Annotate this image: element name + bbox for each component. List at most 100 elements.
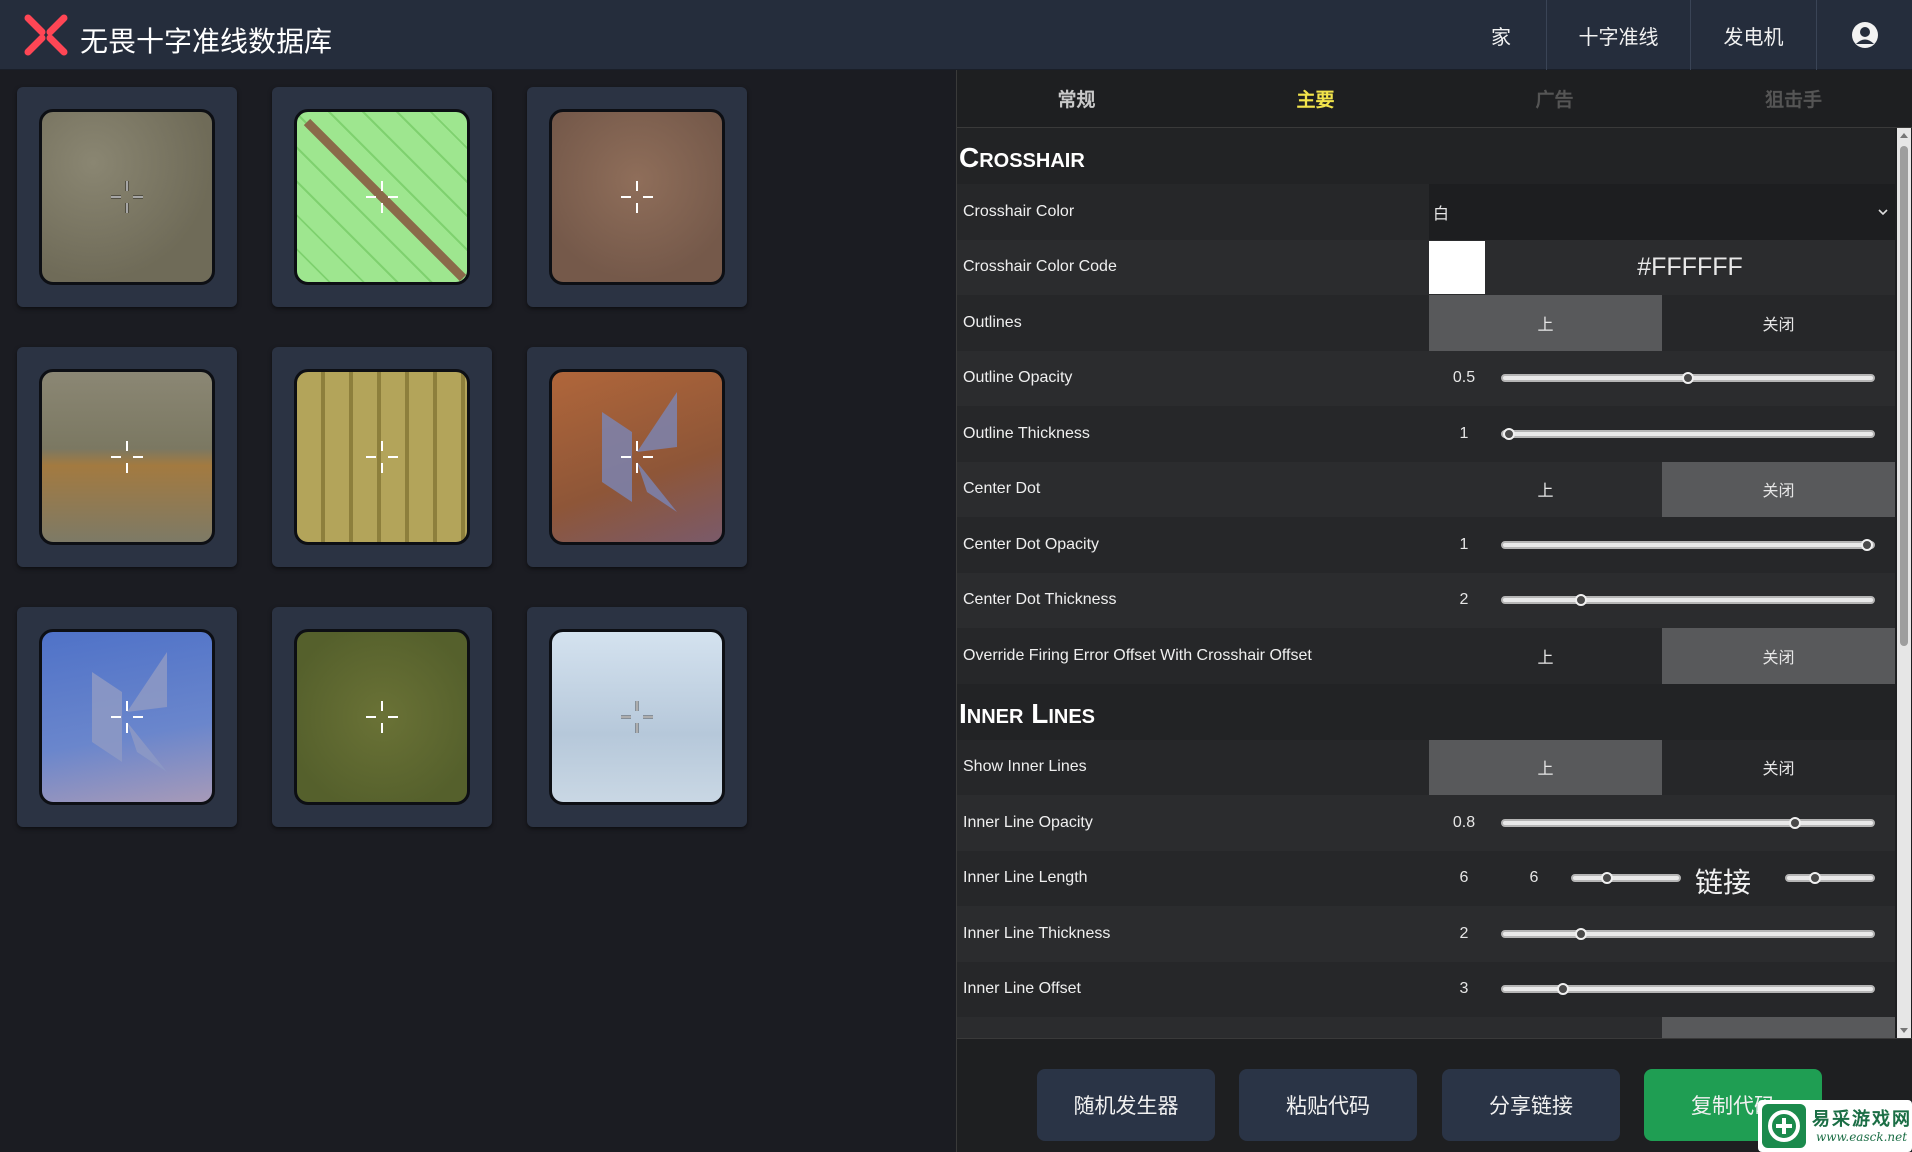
site-title[interactable]: 无畏十字准线数据库 [80,20,332,60]
preview-tile-orange-logo[interactable] [527,347,747,567]
partial-toggle[interactable] [1662,1017,1895,1038]
nav-home[interactable]: 家 [1456,0,1546,70]
outline-opacity-slider[interactable] [1501,372,1875,385]
crosshair-settings: Crosshair Color 白 Crosshair Color Code #… [957,184,1895,684]
color-swatch[interactable] [1429,240,1485,294]
slider-knob[interactable] [1789,816,1802,829]
preview-background [549,629,725,805]
settings-panel: 常规 主要 广告 狙击手 Crosshair Crosshair Color 白… [956,70,1912,1152]
setting-label: Center Dot Thickness [963,591,1117,609]
preview-tile-rust-wall[interactable] [17,347,237,567]
preview-tile-concrete[interactable] [17,87,237,307]
center-dot-opacity-value: 1 [1459,535,1469,553]
setting-label: Center Dot [963,480,1041,498]
partial-toggle[interactable] [1429,1017,1662,1038]
preview-background [549,369,725,545]
slider-knob[interactable] [1861,538,1873,551]
center-dot-on-toggle[interactable]: 上 [1429,462,1662,518]
randomizer-button[interactable]: 随机发生器 [1037,1069,1215,1141]
crosshair-preview-icon [111,701,143,733]
inner-lines-settings: Show Inner Lines 上 关闭 Inner Line Opacity… [957,739,1895,1038]
inner-line-length-value: 6 [1459,869,1469,887]
preview-tile-tiles[interactable] [272,87,492,307]
outline-opacity-value: 0.5 [1452,369,1476,387]
inner-lines-off-toggle[interactable]: 关闭 [1662,740,1895,796]
section-title-crosshair: Crosshair [957,128,1895,184]
outlines-on-toggle[interactable]: 上 [1429,295,1662,351]
setting-row-partial [957,1017,1895,1038]
center-dot-opacity-slider[interactable] [1501,538,1875,551]
preview-background [39,109,215,285]
settings-tabs: 常规 主要 广告 狙击手 [957,70,1912,128]
tab-general[interactable]: 常规 [957,70,1196,127]
nav-crosshairs[interactable]: 十字准线 [1546,0,1690,70]
crosshair-preview-icon [621,701,653,733]
preview-tile-blue-logo[interactable] [17,607,237,827]
inner-line-opacity-slider[interactable] [1501,816,1875,829]
slider-knob[interactable] [1682,372,1694,385]
crosshair-color-value: 白 [1433,203,1450,223]
outline-thickness-slider[interactable] [1501,427,1875,440]
center-dot-off-toggle[interactable]: 关闭 [1662,461,1895,517]
nav-generator[interactable]: 发电机 [1690,0,1816,70]
preview-tile-green[interactable] [272,607,492,827]
setting-row-inner-line-offset: Inner Line Offset 3 [957,961,1895,1017]
link-toggle-label[interactable]: 链接 [1695,861,1751,901]
crosshair-preview-icon [621,441,653,473]
crosshair-color-select[interactable]: 白 [1429,184,1895,240]
setting-label: Crosshair Color Code [963,258,1117,276]
override-offset-off-toggle[interactable]: 关闭 [1662,628,1895,684]
inner-line-thickness-value: 2 [1459,924,1469,942]
slider-knob[interactable] [1574,927,1587,940]
setting-row-outline-thickness: Outline Thickness 1 [957,406,1895,462]
setting-label: Show Inner Lines [963,758,1087,776]
user-account-button[interactable] [1816,0,1912,70]
paste-code-button[interactable]: 粘贴代码 [1239,1069,1417,1141]
preview-tile-yellow-panel[interactable] [272,347,492,567]
inner-line-length-slider[interactable] [1571,872,1681,885]
center-dot-thickness-slider[interactable] [1501,594,1875,607]
outlines-off-toggle[interactable]: 关闭 [1662,295,1895,351]
override-offset-on-toggle[interactable]: 上 [1429,628,1662,684]
share-link-button[interactable]: 分享链接 [1442,1069,1620,1141]
crosshair-preview-icon [366,441,398,473]
inner-line-length-vertical-slider[interactable] [1785,872,1875,885]
center-dot-thickness-value: 2 [1459,591,1469,609]
setting-row-color-code: Crosshair Color Code #FFFFFF [957,239,1895,295]
inner-line-thickness-slider[interactable] [1501,927,1875,940]
logo-icon[interactable] [24,14,68,56]
setting-row-outlines: Outlines 上 关闭 [957,295,1895,351]
inner-line-offset-slider[interactable] [1501,983,1875,996]
slider-knob[interactable] [1556,983,1569,996]
crosshair-preview-icon [366,701,398,733]
setting-label: Outline Opacity [963,369,1073,387]
inner-line-offset-value: 3 [1459,980,1469,998]
setting-row-center-dot: Center Dot 上 关闭 [957,461,1895,518]
scrollbar-thumb[interactable] [1900,146,1908,646]
crosshair-preview-icon [111,181,143,213]
preview-tile-sky[interactable] [527,607,747,827]
preview-background [39,629,215,805]
inner-lines-on-toggle[interactable]: 上 [1429,739,1662,795]
slider-knob[interactable] [1574,594,1587,607]
setting-label: Crosshair Color [963,202,1075,220]
scroll-up-icon[interactable] [1900,132,1908,140]
tab-primary[interactable]: 主要 [1196,70,1435,127]
crosshair-preview-icon [366,181,398,213]
slider-knob[interactable] [1809,872,1822,885]
setting-row-inner-line-opacity: Inner Line Opacity 0.8 [957,795,1895,851]
setting-row-inner-line-length: Inner Line Length 6 6 链接 [957,850,1895,906]
watermark-text: 易采游戏网 [1812,1109,1912,1130]
tab-sniper[interactable]: 狙击手 [1674,70,1912,127]
slider-knob[interactable] [1503,427,1515,440]
slider-knob[interactable] [1601,872,1614,885]
settings-scrollbar[interactable] [1897,128,1911,1038]
inner-line-opacity-value: 0.8 [1452,813,1476,831]
preview-background [294,369,470,545]
preview-tile-brown[interactable] [527,87,747,307]
color-code-input[interactable]: #FFFFFF [1485,253,1895,282]
tab-ads[interactable]: 广告 [1435,70,1674,127]
setting-label: Override Firing Error Offset With Crossh… [963,646,1312,664]
scroll-down-icon[interactable] [1900,1026,1908,1034]
site-watermark: 易采游戏网 www.easck.net [1758,1100,1912,1152]
